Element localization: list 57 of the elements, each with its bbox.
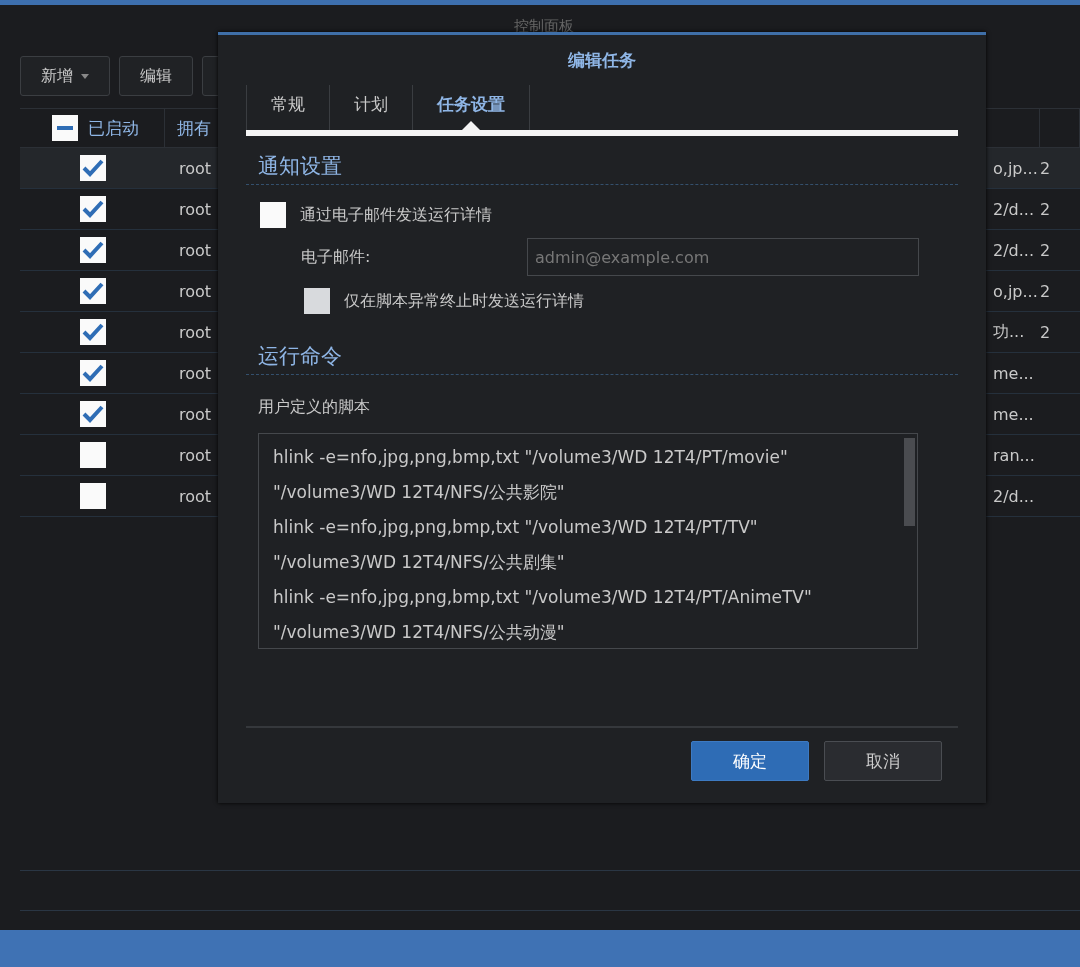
checkbox[interactable] [52, 115, 78, 141]
table-cell: 2/d... [993, 199, 1034, 219]
checkbox[interactable] [80, 483, 106, 509]
column-header[interactable]: 拥有 [177, 116, 211, 140]
script-line: hlink -e=nfo,jpg,png,bmp,txt "/volume3/WD 12T4/PT/AnimeTV" [273, 586, 813, 609]
table-cell: root [179, 240, 212, 260]
script-line: hlink -e=nfo,jpg,png,bmp,txt "/volume3/WD 12T4/PT/movie" [273, 446, 789, 469]
field-label: 用户定义的脚本 [257, 396, 371, 418]
table-cell: 2 [1040, 322, 1051, 342]
checkbox[interactable] [80, 196, 106, 222]
checkbox[interactable] [80, 401, 106, 427]
section-title: 运行命令 [257, 343, 343, 370]
dialog-button[interactable]: 取消 [824, 741, 942, 781]
table-cell: o,jp... [993, 281, 1038, 301]
scrollbar[interactable] [904, 438, 915, 526]
script-field[interactable] [258, 433, 918, 649]
table-cell: root [179, 445, 212, 465]
table-cell: 2 [1040, 158, 1051, 178]
table-cell: me... [993, 363, 1034, 383]
field-label: 电子邮件: [301, 246, 372, 268]
table-cell: 2 [1040, 281, 1051, 301]
table-cell: 2 [1040, 240, 1051, 260]
checkbox[interactable] [80, 155, 106, 181]
checkbox[interactable] [260, 202, 286, 228]
section-title: 通知设置 [257, 153, 343, 180]
dialog-button[interactable]: 确定 [691, 741, 809, 781]
toolbar-button[interactable]: 编辑 [119, 56, 193, 96]
table-cell: root [179, 404, 212, 424]
table-cell: 2/d... [993, 486, 1034, 506]
table-cell: root [179, 486, 212, 506]
toolbar-button[interactable]: 新增 [20, 56, 110, 96]
script-line: "/volume3/WD 12T4/NFS/公共影院" [273, 481, 566, 504]
email-field[interactable]: admin@example.com [527, 238, 919, 276]
script-line: "/volume3/WD 12T4/NFS/公共动漫" [273, 621, 566, 644]
table-cell: 功... [993, 321, 1025, 343]
table-cell: 2/d... [993, 240, 1034, 260]
table-cell: root [179, 158, 212, 178]
table-cell: root [179, 363, 212, 383]
table-cell: me... [993, 404, 1034, 424]
window-title: 控制面板 [513, 16, 575, 37]
checkbox-label: 仅在脚本异常终止时发送运行详情 [344, 290, 584, 312]
checkbox[interactable] [80, 237, 106, 263]
script-line: "/volume3/WD 12T4/NFS/公共剧集" [273, 551, 566, 574]
table-cell: root [179, 281, 212, 301]
table-cell: o,jp... [993, 158, 1038, 178]
checkbox[interactable] [80, 278, 106, 304]
checkbox[interactable] [80, 442, 106, 468]
script-line: hlink -e=nfo,jpg,png,bmp,txt "/volume3/WD 12T4/PT/TV" [273, 516, 759, 539]
table-cell: ran... [993, 445, 1035, 465]
checkbox-label: 通过电子邮件发送运行详情 [300, 204, 492, 226]
checkbox[interactable] [80, 360, 106, 386]
table-cell: root [179, 322, 212, 342]
dialog-title: 编辑任务 [568, 50, 636, 70]
table-cell: root [179, 199, 212, 219]
table-cell: 2 [1040, 199, 1051, 219]
checkbox[interactable] [80, 319, 106, 345]
column-header[interactable]: 已启动 [88, 116, 139, 140]
